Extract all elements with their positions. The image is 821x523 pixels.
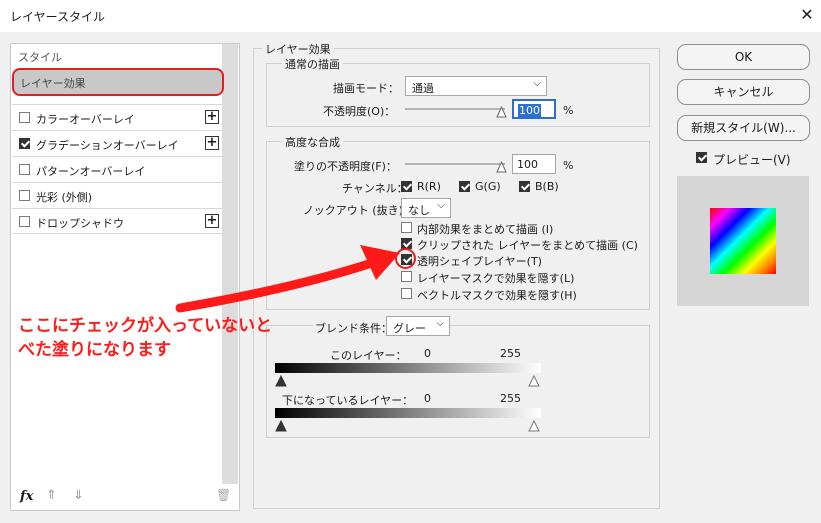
channel-b-label: B(B) [535, 180, 559, 193]
knockout-label: ノックアウト (抜き)： [303, 204, 414, 217]
channel-g-label: G(G) [475, 180, 501, 193]
this-layer-max: 255 [500, 347, 521, 360]
blend-if-label: ブレンド条件： [313, 320, 394, 336]
cancel-button[interactable]: キャンセル [677, 79, 810, 105]
this-layer-gradient[interactable] [275, 363, 541, 373]
slider-knob-icon[interactable] [496, 106, 507, 118]
white-point-knob-icon[interactable] [528, 420, 540, 432]
preview-label: プレビュー(V) [713, 153, 791, 167]
option-label: 内部効果をまとめて描画 (I) [417, 223, 554, 236]
style-item-label: 光彩 (外側) [36, 191, 93, 204]
opacity-value: 100 [518, 104, 541, 117]
blend-mode-value: 通過 [412, 82, 434, 95]
style-item-label: グラデーションオーバーレイ [36, 139, 179, 152]
preview-checkbox[interactable] [696, 152, 707, 163]
fill-opacity-label: 塗りの不透明度(F)： [294, 160, 397, 173]
channel-g-checkbox[interactable] [459, 181, 470, 192]
style-item-color-overlay[interactable]: カラーオーバーレイ + [12, 104, 222, 130]
style-item-drop-shadow[interactable]: ドロップシャドウ + [12, 208, 222, 234]
percent-label: % [563, 159, 574, 172]
style-item-pattern-overlay[interactable]: パターンオーバーレイ [12, 156, 222, 182]
style-item-outer-glow[interactable]: 光彩 (外側) [12, 182, 222, 208]
checkbox[interactable] [19, 138, 30, 149]
close-icon[interactable]: ✕ [796, 4, 818, 26]
checkbox[interactable] [19, 190, 30, 201]
annotation-arrow-icon [175, 245, 400, 313]
this-layer-label: このレイヤー： [330, 349, 407, 362]
opacity-label: 不透明度(O)： [323, 105, 396, 118]
style-item-label: カラーオーバーレイ [36, 113, 135, 126]
fx-icon[interactable]: fx [20, 489, 33, 504]
black-point-knob-icon[interactable] [275, 375, 287, 387]
chevron-down-icon: ⌵ [436, 318, 444, 329]
checkbox[interactable] [19, 164, 30, 175]
add-icon[interactable]: + [205, 214, 219, 228]
channel-r-label: R(R) [417, 180, 441, 193]
style-item-gradient-overlay[interactable]: グラデーションオーバーレイ + [12, 130, 222, 156]
white-point-knob-icon[interactable] [528, 375, 540, 387]
window-title: レイヤースタイル [10, 10, 106, 24]
under-layer-min: 0 [424, 392, 431, 405]
trash-icon[interactable]: 🗑 [216, 488, 231, 502]
slider-knob-icon[interactable] [496, 161, 507, 173]
option-label: クリップされた レイヤーをまとめて描画 (C) [417, 239, 638, 252]
percent-label: % [563, 104, 574, 117]
option-label: 透明シェイプレイヤー(T) [417, 255, 542, 268]
add-icon[interactable]: + [205, 136, 219, 150]
normal-blend-title: 通常の描画 [282, 56, 343, 72]
fill-opacity-slider[interactable] [405, 163, 505, 165]
style-item-label: ドロップシャドウ [36, 217, 124, 230]
styles-header: スタイル [18, 51, 62, 64]
style-item-label: レイヤー効果 [20, 77, 86, 90]
knockout-value: なし [408, 204, 430, 217]
ok-button[interactable]: OK [677, 44, 810, 70]
blend-if-value: グレー [393, 322, 426, 335]
black-point-knob-icon[interactable] [275, 420, 287, 432]
annotation-line-2: べた塗りになります [18, 340, 171, 360]
fill-opacity-input[interactable]: 100 [512, 154, 556, 174]
under-layer-max: 255 [500, 392, 521, 405]
blend-if-group [266, 325, 650, 438]
knockout-dropdown[interactable]: なし ⌵ [401, 198, 451, 218]
under-layer-gradient[interactable] [275, 408, 541, 418]
title-bar [0, 0, 821, 32]
channel-r-checkbox[interactable] [401, 181, 412, 192]
blend-mode-dropdown[interactable]: 通過 ⌵ [405, 76, 547, 96]
style-item-label: パターンオーバーレイ [36, 165, 146, 178]
opacity-slider[interactable] [405, 108, 505, 110]
checkbox[interactable] [19, 216, 30, 227]
checkbox[interactable] [19, 112, 30, 123]
move-down-icon[interactable]: ⇓ [73, 488, 84, 503]
new-style-button[interactable]: 新規スタイル(W)... [677, 115, 810, 141]
move-up-icon[interactable]: ⇑ [46, 488, 57, 503]
channel-label: チャンネル： [342, 182, 408, 195]
add-icon[interactable]: + [205, 110, 219, 124]
preview-swatch [710, 208, 776, 274]
section-title: レイヤー効果 [262, 41, 334, 57]
advanced-blend-title: 高度な合成 [282, 134, 343, 150]
channel-b-checkbox[interactable] [519, 181, 530, 192]
option-checkbox[interactable] [401, 222, 412, 233]
chevron-down-icon: ⌵ [437, 200, 445, 211]
this-layer-min: 0 [424, 347, 431, 360]
option-label: レイヤーマスクで効果を隠す(L) [417, 272, 575, 285]
annotation-line-1: ここにチェックが入っていないと [18, 316, 273, 336]
fill-opacity-value: 100 [517, 158, 538, 171]
under-layer-label: 下になっているレイヤー： [282, 394, 414, 407]
annotation-text: ここにチェックが入っていないと べた塗りになります [18, 314, 272, 362]
option-label: ベクトルマスクで効果を隠す(H) [417, 289, 577, 302]
opacity-input[interactable]: 100 [512, 99, 556, 119]
blend-mode-label: 描画モード： [333, 82, 399, 95]
chevron-down-icon: ⌵ [533, 78, 541, 89]
style-item-layer-effects[interactable]: レイヤー効果 [12, 68, 224, 96]
